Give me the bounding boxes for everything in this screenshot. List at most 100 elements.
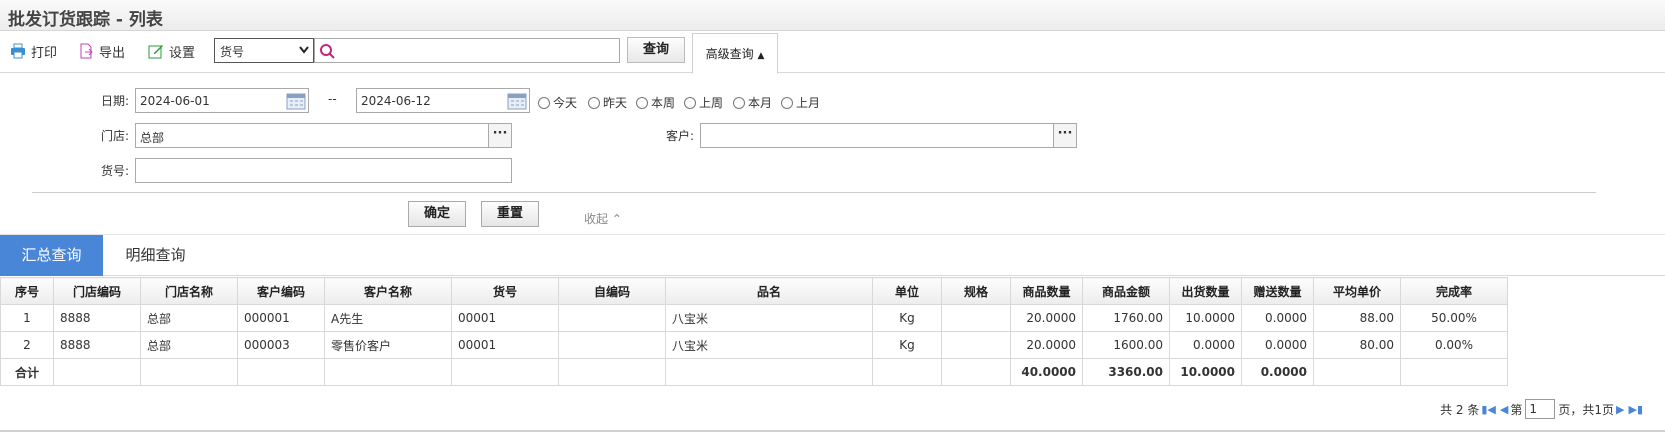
col-header[interactable]: 序号 — [0, 277, 54, 305]
cell: 000001 — [237, 304, 325, 332]
store-value: 总部 — [140, 131, 165, 145]
last-page-icon[interactable]: ▶▮ — [1628, 403, 1643, 416]
col-header[interactable]: 完成率 — [1400, 277, 1508, 305]
cell — [237, 358, 325, 386]
reset-button[interactable]: 重置 — [481, 201, 539, 227]
page-input[interactable]: 1 — [1525, 399, 1556, 419]
collapse-label: 收起 — [584, 212, 609, 226]
cell: 2 — [0, 331, 54, 359]
cell: Kg — [872, 331, 942, 359]
print-label: 打印 — [31, 45, 58, 61]
tab-summary[interactable]: 汇总查询 — [0, 235, 103, 276]
cell — [1400, 358, 1508, 386]
date-to-value: 2024-06-12 — [361, 94, 431, 108]
page-title: 批发订货跟踪 - 列表 — [8, 10, 163, 30]
radio-label: 上月 — [796, 96, 821, 110]
radio-this-week[interactable]: 本周 — [636, 94, 675, 111]
radio-label: 本周 — [651, 96, 676, 110]
tab-detail[interactable]: 明细查询 — [103, 235, 208, 276]
radio-today[interactable]: 今天 — [538, 94, 577, 111]
store-input[interactable]: 总部 — [135, 123, 489, 148]
calendar-icon[interactable] — [286, 92, 306, 110]
col-header[interactable]: 赠送数量 — [1241, 277, 1314, 305]
search-field-value: 货号 — [220, 45, 245, 59]
store-picker-button[interactable]: ··· — [488, 123, 512, 148]
cell — [558, 331, 666, 359]
col-header[interactable]: 客户名称 — [324, 277, 452, 305]
total-row: 合计 40.0000 3360.00 10.0000 0.0000 — [0, 358, 1508, 386]
page-suffix: 页，共1页 — [1558, 402, 1615, 417]
radio-circle — [733, 96, 745, 109]
cell — [558, 304, 666, 332]
col-header[interactable]: 商品金额 — [1082, 277, 1170, 305]
cell — [558, 358, 666, 386]
radio-circle — [684, 96, 696, 109]
advanced-query-label: 高级查询 — [705, 47, 754, 61]
col-header[interactable]: 门店名称 — [140, 277, 238, 305]
table-row[interactable]: 1 8888 总部 000001 A先生 00001 八宝米 Kg 20.000… — [0, 304, 1508, 332]
radio-label: 本月 — [748, 96, 773, 110]
prev-page-icon[interactable]: ◀ — [1500, 403, 1508, 416]
cell: 10.0000 — [1169, 304, 1242, 332]
table-row[interactable]: 2 8888 总部 000003 零售价客户 00001 八宝米 Kg 20.0… — [0, 331, 1508, 359]
col-header[interactable]: 单位 — [872, 277, 942, 305]
radio-this-month[interactable]: 本月 — [733, 94, 772, 111]
divider — [32, 192, 1596, 193]
radio-circle — [781, 96, 793, 109]
cell: 000003 — [237, 331, 325, 359]
col-header[interactable]: 平均单价 — [1313, 277, 1401, 305]
col-header[interactable]: 客户编码 — [237, 277, 325, 305]
cell: 八宝米 — [665, 304, 873, 332]
radio-last-week[interactable]: 上周 — [684, 94, 723, 111]
sku-label: 货号: — [101, 164, 130, 178]
cell: 1760.00 — [1082, 304, 1170, 332]
radio-yesterday[interactable]: 昨天 — [588, 94, 627, 111]
col-header[interactable]: 商品数量 — [1010, 277, 1083, 305]
settings-button[interactable]: 设置 — [148, 40, 195, 62]
export-button[interactable]: 导出 — [78, 40, 125, 62]
cell: 0.00% — [1400, 331, 1508, 359]
customer-input[interactable] — [700, 123, 1054, 148]
query-button[interactable]: 查询 — [627, 37, 685, 63]
cell: 8888 — [53, 304, 141, 332]
cell — [941, 304, 1011, 332]
total-amount: 3360.00 — [1082, 358, 1170, 386]
export-label: 导出 — [99, 45, 126, 61]
date-separator: -- — [328, 92, 337, 106]
customer-picker-button[interactable]: ··· — [1053, 123, 1077, 148]
search-field-select[interactable]: 货号 — [214, 38, 314, 63]
total-count: 共 2 条 — [1440, 402, 1480, 417]
cell: 0.0000 — [1241, 331, 1314, 359]
col-header[interactable]: 出货数量 — [1169, 277, 1242, 305]
first-page-icon[interactable]: ▮◀ — [1481, 403, 1496, 416]
cell — [1313, 358, 1401, 386]
search-icon — [320, 44, 335, 59]
cell: 20.0000 — [1010, 304, 1083, 332]
confirm-button[interactable]: 确定 — [408, 201, 466, 227]
advanced-filter-panel: 日期: 2024-06-01 -- 2024-06-12 今天 昨天 本周 上周… — [0, 73, 1665, 234]
date-from-value: 2024-06-01 — [140, 94, 210, 108]
settings-label: 设置 — [169, 45, 196, 61]
col-header[interactable]: 规格 — [941, 277, 1011, 305]
radio-label: 昨天 — [603, 96, 628, 110]
caret-up-icon: ▲ — [757, 51, 765, 61]
next-page-icon[interactable]: ▶ — [1616, 403, 1624, 416]
date-to-input[interactable]: 2024-06-12 — [356, 88, 530, 113]
date-from-input[interactable]: 2024-06-01 — [135, 88, 309, 113]
sku-input[interactable] — [135, 158, 512, 183]
cell: 8888 — [53, 331, 141, 359]
print-button[interactable]: 打印 — [10, 40, 57, 62]
collapse-link[interactable]: 收起 ⌃ — [584, 210, 622, 227]
search-input[interactable] — [314, 38, 620, 63]
advanced-query-tab[interactable]: 高级查询 ▲ — [692, 33, 778, 74]
radio-last-month[interactable]: 上月 — [781, 94, 820, 111]
col-header[interactable]: 自编码 — [558, 277, 666, 305]
col-header[interactable]: 货号 — [451, 277, 559, 305]
cell — [941, 331, 1011, 359]
date-label: 日期: — [101, 94, 130, 108]
col-header[interactable]: 门店编码 — [53, 277, 141, 305]
col-header[interactable]: 品名 — [665, 277, 873, 305]
total-label: 合计 — [0, 358, 54, 386]
calendar-icon[interactable] — [507, 92, 527, 110]
pagination: 共 2 条 ▮◀ ◀ 第 1 页，共1页 ▶ ▶▮ — [1440, 399, 1645, 419]
